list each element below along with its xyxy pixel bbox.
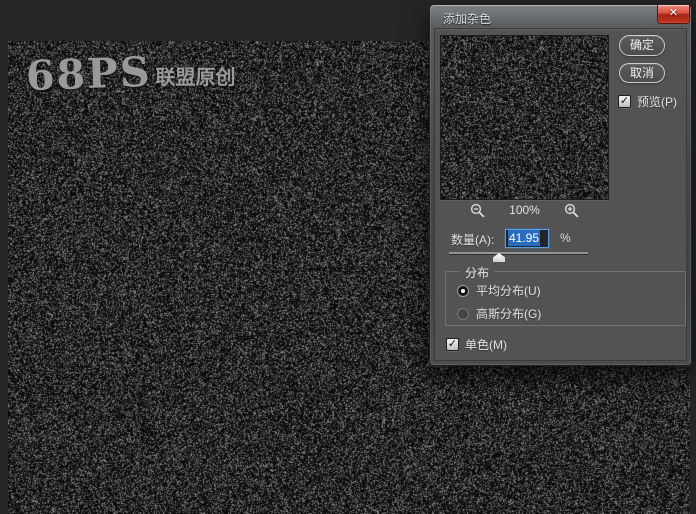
monochrome-checkbox-label: 单色(M) — [465, 336, 507, 353]
photoshop-workspace: 68PS 联盟原创 添加杂色 ✕ 确定 取消 ✓ 预览(P) 100% 数量(A… — [0, 0, 696, 514]
radio-gaussian-label: 高斯分布(G) — [476, 305, 541, 322]
distribution-legend: 分布 — [460, 264, 494, 281]
radio-gaussian-distribution[interactable]: 高斯分布(G) — [457, 305, 541, 322]
close-icon: ✕ — [669, 7, 678, 19]
close-button[interactable]: ✕ — [657, 5, 690, 24]
amount-unit: % — [560, 231, 571, 245]
radio-icon — [457, 308, 469, 320]
radio-icon — [457, 285, 469, 297]
zoom-out-icon[interactable] — [470, 203, 485, 218]
dialog-title: 添加杂色 — [443, 10, 491, 27]
zoom-level: 100% — [509, 203, 540, 217]
preview-checkbox-label: 预览(P) — [637, 93, 677, 110]
noise-preview-image[interactable] — [441, 36, 608, 199]
amount-slider-thumb[interactable] — [493, 253, 505, 262]
radio-uniform-label: 平均分布(U) — [476, 282, 541, 299]
amount-slider-track[interactable] — [449, 252, 588, 254]
checkbox-checked-icon: ✓ — [618, 95, 631, 108]
radio-uniform-distribution[interactable]: 平均分布(U) — [457, 282, 541, 299]
amount-slider[interactable] — [449, 248, 588, 262]
amount-value-selected: 41.95 — [508, 230, 540, 246]
zoom-in-icon[interactable] — [564, 203, 579, 218]
monochrome-checkbox[interactable]: ✓ 单色(M) — [446, 336, 507, 353]
distribution-group: 分布 平均分布(U) 高斯分布(G) — [445, 271, 686, 326]
add-noise-dialog: 添加杂色 ✕ 确定 取消 ✓ 预览(P) 100% 数量(A): 41.95 %… — [429, 4, 692, 366]
amount-input[interactable]: 41.95 — [505, 229, 549, 248]
cancel-button[interactable]: 取消 — [619, 63, 665, 83]
preview-zoom-controls: 100% — [440, 202, 609, 218]
noise-preview-frame[interactable] — [440, 35, 609, 200]
checkbox-checked-icon: ✓ — [446, 338, 459, 351]
ok-button[interactable]: 确定 — [619, 35, 665, 56]
amount-label: 数量(A): — [451, 231, 494, 248]
preview-checkbox[interactable]: ✓ 预览(P) — [618, 93, 677, 110]
dialog-body: 确定 取消 ✓ 预览(P) 100% 数量(A): 41.95 % 分布 平均分… — [434, 28, 687, 361]
dialog-title-bar[interactable]: 添加杂色 ✕ — [430, 5, 691, 28]
